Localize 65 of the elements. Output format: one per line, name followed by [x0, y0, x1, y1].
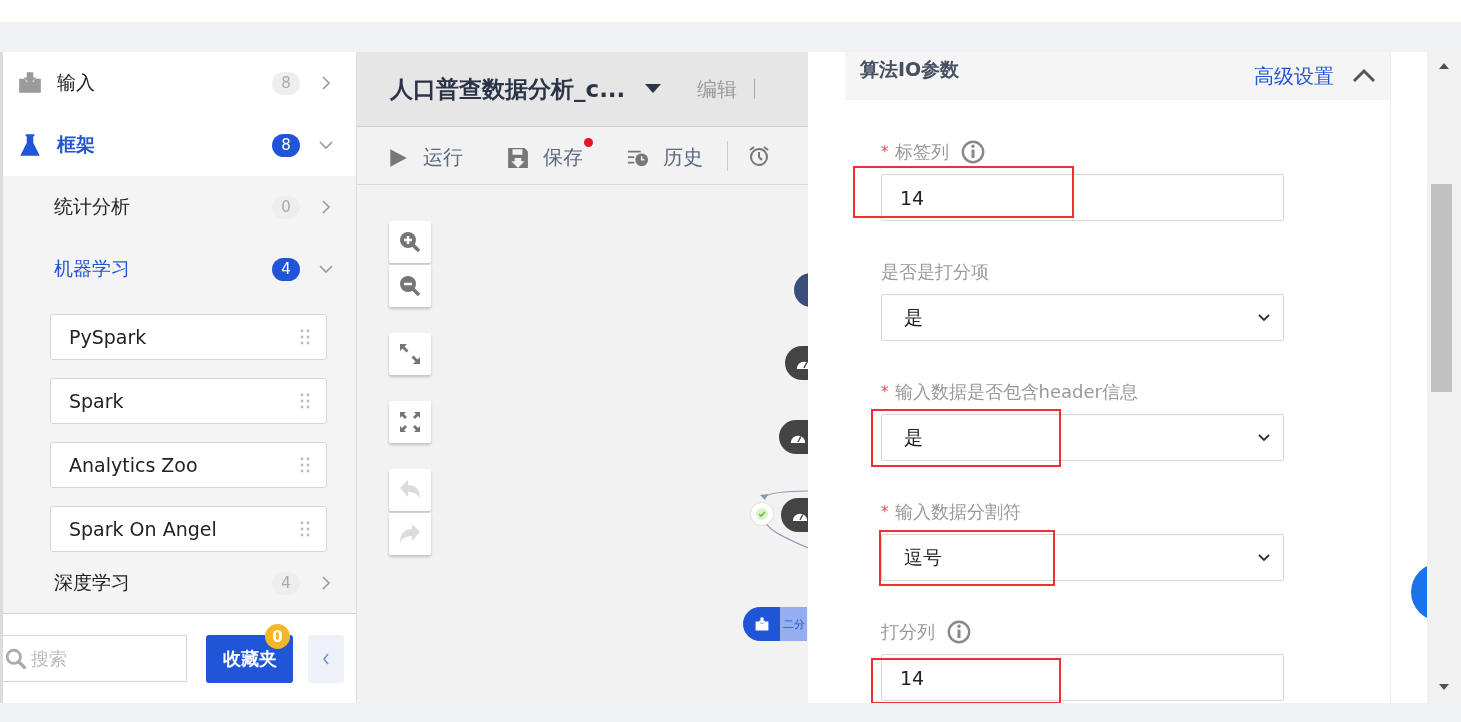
field-label: 是否是打分项 [881, 260, 989, 284]
scroll-down-icon[interactable] [1439, 684, 1449, 690]
scroll-up-icon[interactable] [1439, 63, 1449, 69]
inbox-icon [753, 616, 770, 632]
count-badge: 0 [272, 195, 300, 219]
unsaved-dot [584, 138, 593, 147]
field-label: 打分列 [881, 620, 935, 644]
required-mark: * [881, 383, 889, 401]
subcategory-item[interactable]: 机器学习 4 [3, 238, 356, 300]
input-field[interactable]: 14 [881, 654, 1284, 701]
input-field[interactable]: 14 [881, 174, 1284, 221]
fullscreen-button[interactable] [389, 401, 431, 443]
search-field[interactable]: 搜索 [3, 635, 187, 682]
count-badge: 8 [272, 71, 300, 95]
toolbar-button[interactable]: 保存 [507, 138, 593, 173]
scrollbar[interactable] [1427, 52, 1461, 703]
drag-handle-icon[interactable] [300, 457, 310, 473]
drag-handle-icon[interactable] [300, 521, 310, 537]
chevron-up-icon[interactable] [1352, 68, 1376, 84]
zoom-out-button[interactable] [389, 265, 431, 307]
save-icon [507, 146, 529, 169]
component-card[interactable]: PySpark [50, 314, 327, 360]
inbox-icon [17, 70, 43, 96]
diagonal-arrows-icon [398, 342, 422, 366]
component-card[interactable]: Analytics Zoo [50, 442, 327, 488]
toolbar-button[interactable]: 运行 [387, 138, 473, 173]
field-label: 输入数据是否包含header信息 [894, 380, 1138, 404]
fit-button[interactable] [389, 333, 431, 375]
zoom-out-icon [398, 274, 422, 298]
subcategory-item[interactable]: 深度学习 4 [3, 552, 356, 613]
subcategory-item[interactable]: 统计分析 0 [3, 176, 356, 238]
caret-down-icon[interactable] [645, 84, 662, 94]
chevron-down-icon [1257, 312, 1271, 323]
scroll-thumb[interactable] [1431, 184, 1452, 392]
play-icon [387, 146, 409, 169]
favorites-count-badge: 0 [265, 624, 290, 649]
count-badge: 8 [272, 133, 300, 157]
status-check-icon [751, 503, 773, 525]
flask-icon [17, 132, 43, 158]
required-mark: * [881, 143, 889, 161]
search-icon [5, 648, 27, 670]
dropdown-select[interactable]: 逗号 [881, 534, 1284, 581]
chevron-down-icon [1257, 432, 1271, 443]
dropdown-select[interactable]: 是 [881, 414, 1284, 461]
drag-handle-icon[interactable] [300, 329, 310, 345]
chevron-down-icon [1257, 552, 1271, 563]
dropdown-select[interactable]: 是 [881, 294, 1284, 341]
expand-arrows-icon [398, 410, 422, 434]
info-icon[interactable] [960, 140, 985, 164]
field-label: 标签列 [894, 140, 949, 164]
advanced-settings-link[interactable]: 高级设置 [1254, 62, 1334, 90]
toolbar-button[interactable]: 历史 [627, 138, 713, 173]
component-card[interactable]: Spark On Angel [50, 506, 327, 552]
workflow-title: 人口普查数据分析_c... [390, 74, 626, 104]
alarm-clock-icon[interactable] [748, 144, 770, 167]
component-card[interactable]: Spark [50, 378, 327, 424]
count-badge: 4 [272, 571, 300, 595]
section-title: 算法IO参数 [860, 57, 961, 82]
required-mark: * [881, 503, 889, 521]
field-label: 输入数据分割符 [894, 500, 1021, 524]
count-badge: 4 [272, 257, 300, 281]
zoom-in-button[interactable] [389, 221, 431, 263]
drag-handle-icon[interactable] [300, 393, 310, 409]
zoom-in-icon [398, 230, 422, 254]
info-icon[interactable] [947, 620, 971, 644]
